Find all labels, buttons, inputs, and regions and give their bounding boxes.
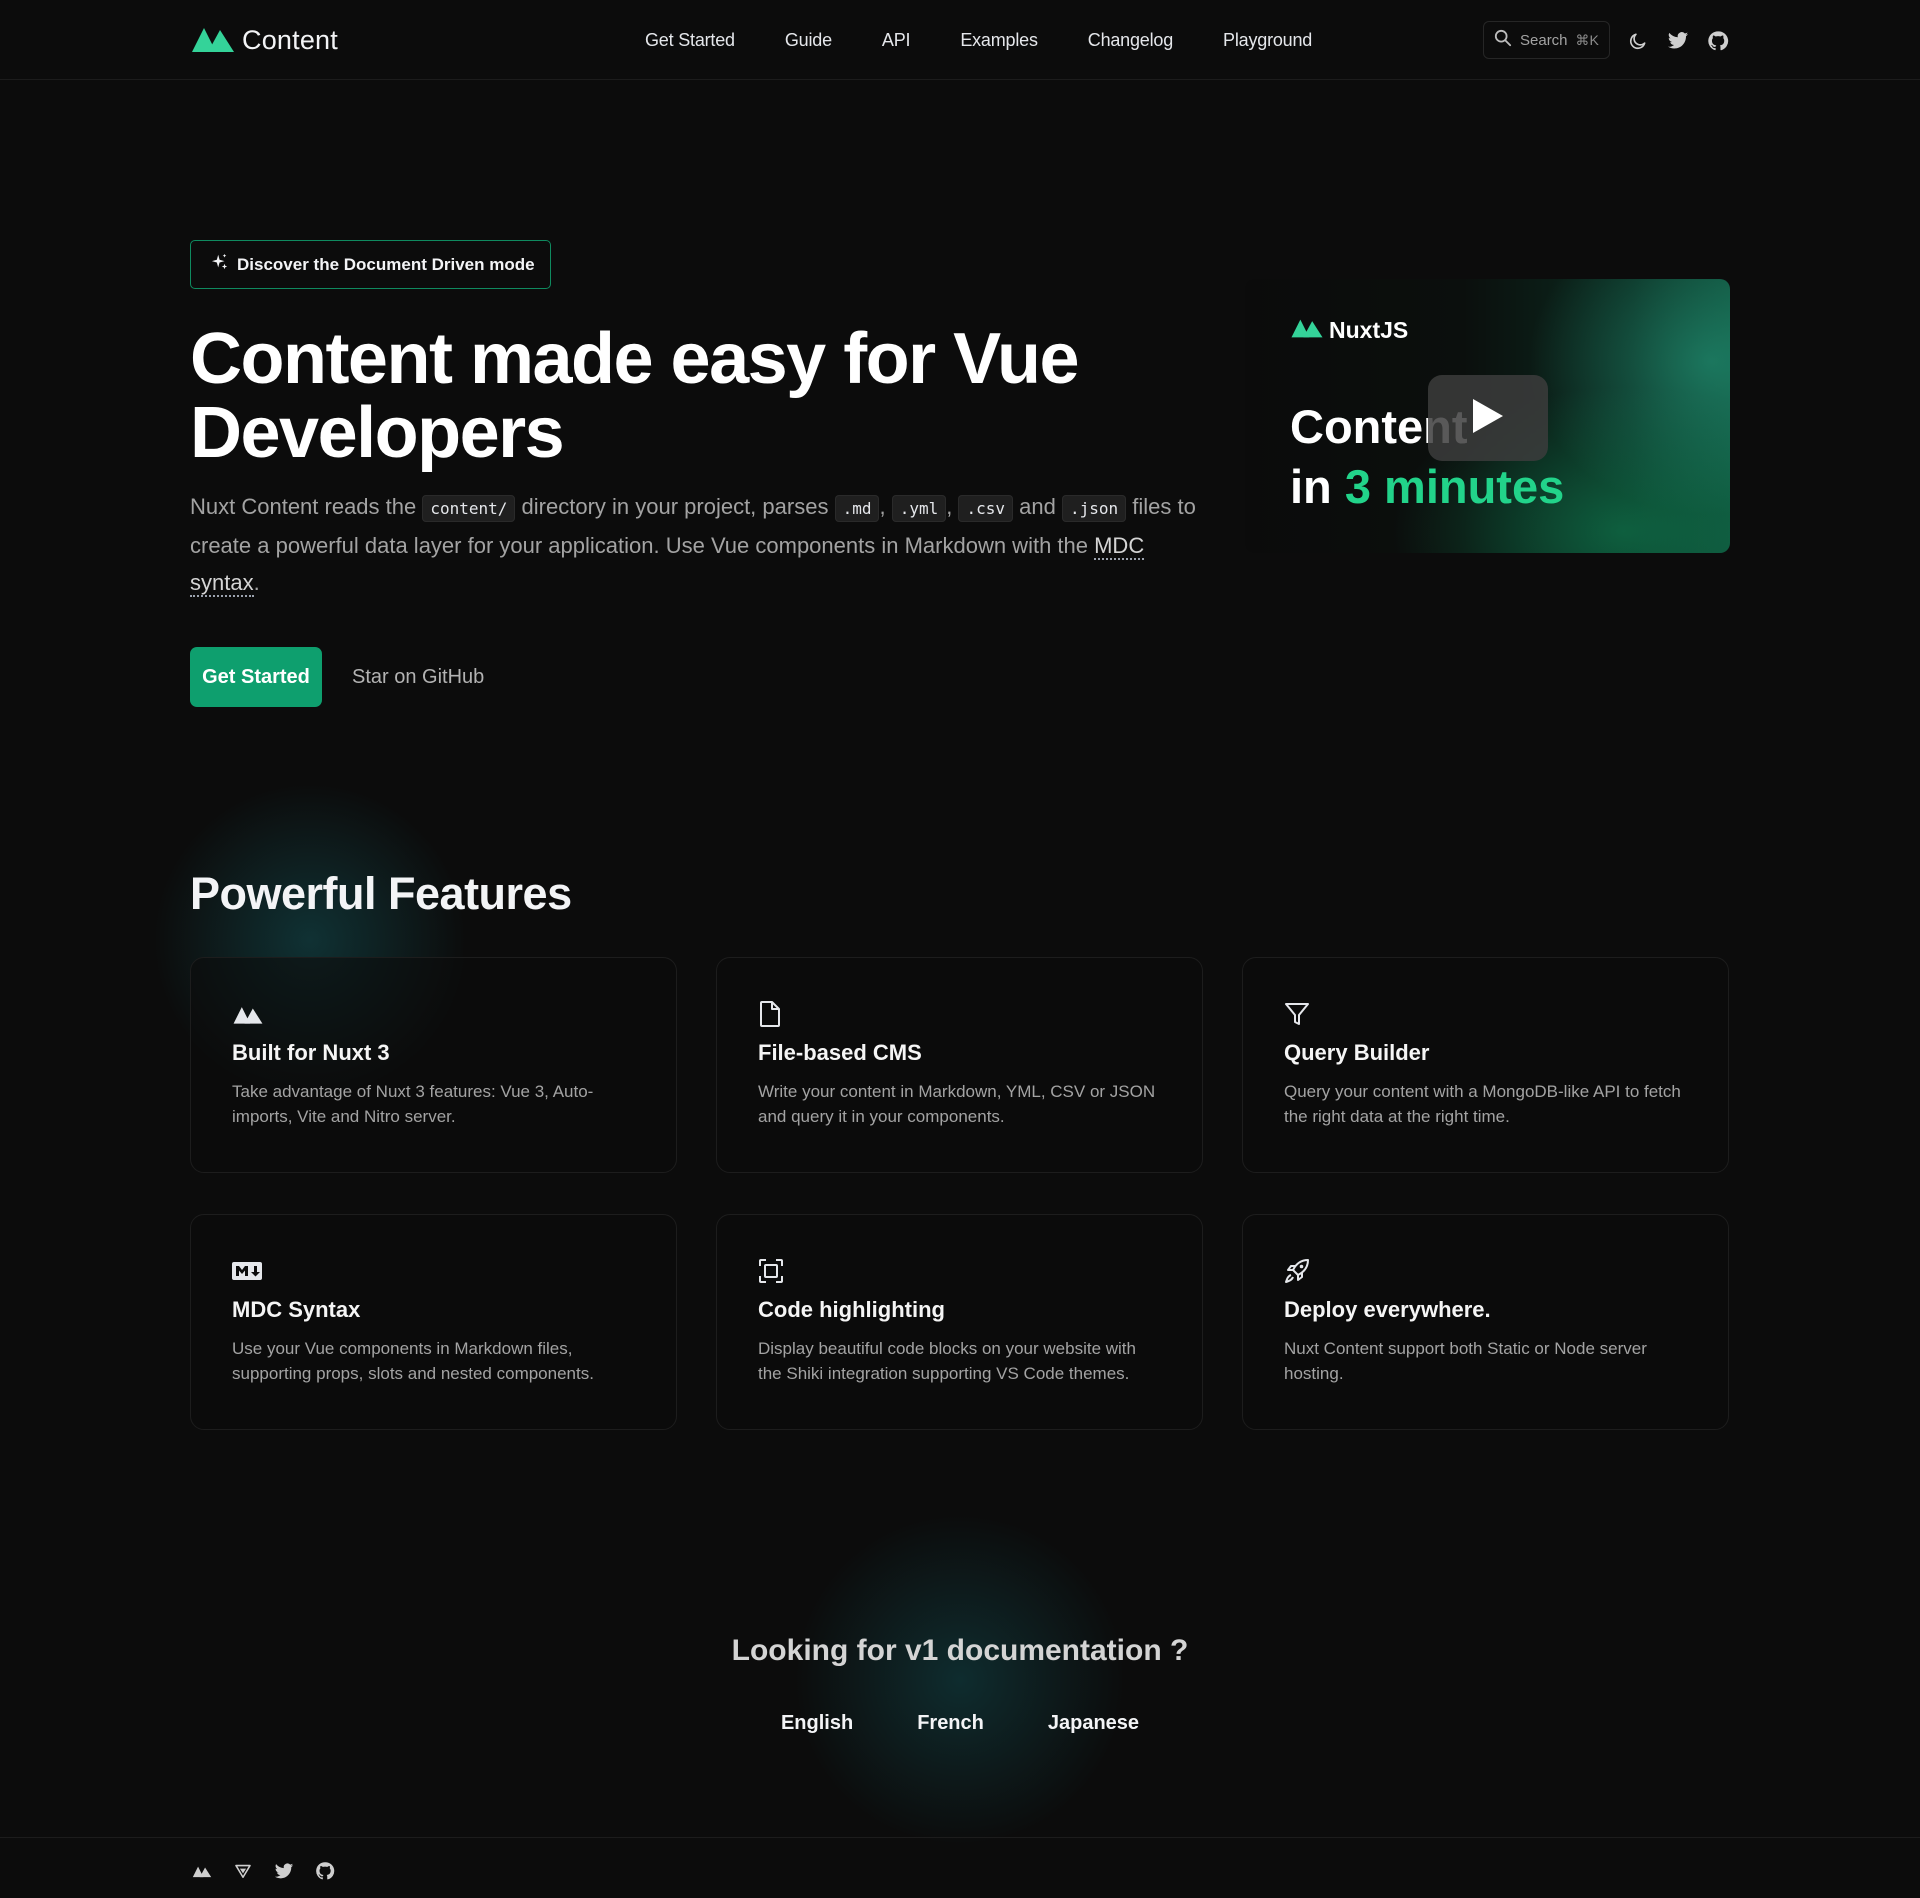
github-icon[interactable] (1706, 29, 1730, 53)
focus-icon (758, 1255, 790, 1287)
twitter-icon[interactable] (272, 1860, 296, 1882)
feature-card-deploy: Deploy everywhere. Nuxt Content support … (1242, 1214, 1729, 1430)
footer-icons (190, 1860, 337, 1882)
play-button[interactable] (1428, 375, 1548, 461)
features-title: Powerful Features (190, 868, 572, 919)
nav-get-started[interactable]: Get Started (620, 30, 760, 51)
sparkles-icon (211, 253, 229, 276)
main-nav: Get Started Guide API Examples Changelog… (620, 0, 1337, 80)
feature-card-mdc: MDC Syntax Use your Vue components in Ma… (190, 1214, 677, 1430)
nuxt-icon[interactable] (190, 1860, 214, 1882)
desc-text: Nuxt Content reads the (190, 494, 423, 519)
v1-link-english[interactable]: English (781, 1712, 853, 1742)
feature-description: Display beautiful code blocks on your we… (758, 1339, 1136, 1383)
search-button[interactable]: Search ⌘K (1483, 21, 1610, 59)
vercel-icon[interactable] (231, 1860, 255, 1882)
get-started-button[interactable]: Get Started (190, 647, 322, 707)
hero-title: Content made easy for Vue Developers (190, 322, 1190, 470)
moon-icon[interactable] (1626, 29, 1650, 53)
code-json: .json (1061, 495, 1127, 522)
filter-icon (1284, 998, 1316, 1030)
hero-title-line1: Content made easy for Vue (190, 319, 1080, 399)
search-icon (1494, 29, 1512, 51)
code-yml: .yml (891, 495, 947, 522)
logo-link[interactable]: Content (190, 22, 338, 58)
header-icons (1626, 28, 1730, 54)
video-brand-text: NuxtJS (1329, 316, 1409, 343)
code-content-dir: content/ (422, 495, 516, 522)
feature-card-query: Query Builder Query your content with a … (1242, 957, 1729, 1173)
background-glow (780, 1500, 1140, 1860)
feature-title: MDC Syntax (232, 1297, 361, 1322)
video-brand: NuxtJS (1290, 315, 1408, 345)
hero-description: Nuxt Content reads the content/ director… (190, 488, 1210, 601)
feature-description: Write your content in Markdown, YML, CSV… (758, 1082, 1156, 1126)
nuxt-icon (232, 998, 264, 1030)
video-title-line2: in (1290, 460, 1345, 513)
logo-text: Content (242, 24, 338, 55)
v1-docs-title: Looking for v1 documentation ? (731, 1634, 1189, 1667)
file-icon (758, 998, 790, 1030)
search-shortcut: ⌘K (1575, 31, 1599, 48)
feature-description: Take advantage of Nuxt 3 features: Vue 3… (232, 1082, 594, 1126)
feature-title: Query Builder (1284, 1040, 1430, 1065)
video-title-highlight: 3 minutes (1344, 460, 1565, 513)
feature-title: Built for Nuxt 3 (232, 1040, 390, 1065)
markdown-icon (232, 1255, 264, 1287)
feature-card-highlighting: Code highlighting Display beautiful code… (716, 1214, 1203, 1430)
nav-guide[interactable]: Guide (760, 30, 857, 51)
nav-changelog[interactable]: Changelog (1063, 30, 1198, 51)
play-icon (1471, 397, 1505, 440)
site-header: Content Get Started Guide API Examples C… (0, 0, 1920, 80)
intro-video[interactable]: NuxtJS Content in 3 minutes (1245, 279, 1730, 553)
desc-text: , (946, 494, 959, 519)
twitter-icon[interactable] (1666, 29, 1690, 53)
code-md: .md (834, 495, 880, 522)
v1-docs-links: English French Japanese (0, 1712, 1920, 1742)
rocket-icon (1284, 1255, 1316, 1287)
feature-card-nuxt3: Built for Nuxt 3 Take advantage of Nuxt … (190, 957, 677, 1173)
document-driven-pill[interactable]: Discover the Document Driven mode (190, 240, 551, 289)
feature-description: Nuxt Content support both Static or Node… (1284, 1339, 1647, 1383)
code-csv: .csv (958, 495, 1013, 522)
feature-description: Query your content with a MongoDB-like A… (1284, 1082, 1681, 1126)
v1-link-japanese[interactable]: Japanese (1048, 1712, 1139, 1742)
nav-playground[interactable]: Playground (1198, 30, 1337, 51)
desc-text: directory in your project, parses (515, 494, 835, 519)
v1-link-french[interactable]: French (917, 1712, 984, 1742)
features-grid: Built for Nuxt 3 Take advantage of Nuxt … (190, 957, 1730, 1430)
desc-text: and (1013, 494, 1062, 519)
feature-card-cms: File-based CMS Write your content in Mar… (716, 957, 1203, 1173)
feature-title: Deploy everywhere. (1284, 1297, 1491, 1322)
github-icon[interactable] (313, 1860, 337, 1882)
nuxt-logo-icon (190, 22, 236, 59)
feature-description: Use your Vue components in Markdown file… (232, 1339, 594, 1383)
site-footer (0, 1837, 1920, 1898)
nav-api[interactable]: API (857, 30, 935, 51)
feature-title: File-based CMS (758, 1040, 922, 1065)
desc-text: , (879, 494, 892, 519)
star-on-github-button[interactable]: Star on GitHub (352, 647, 484, 707)
hero-title-line2: Developers (190, 393, 565, 473)
pill-label: Discover the Document Driven mode (237, 254, 535, 274)
desc-text: . (253, 570, 260, 595)
nav-examples[interactable]: Examples (935, 30, 1062, 51)
nuxt-logo-icon (1290, 315, 1324, 345)
search-label: Search (1520, 31, 1568, 49)
feature-title: Code highlighting (758, 1297, 945, 1322)
